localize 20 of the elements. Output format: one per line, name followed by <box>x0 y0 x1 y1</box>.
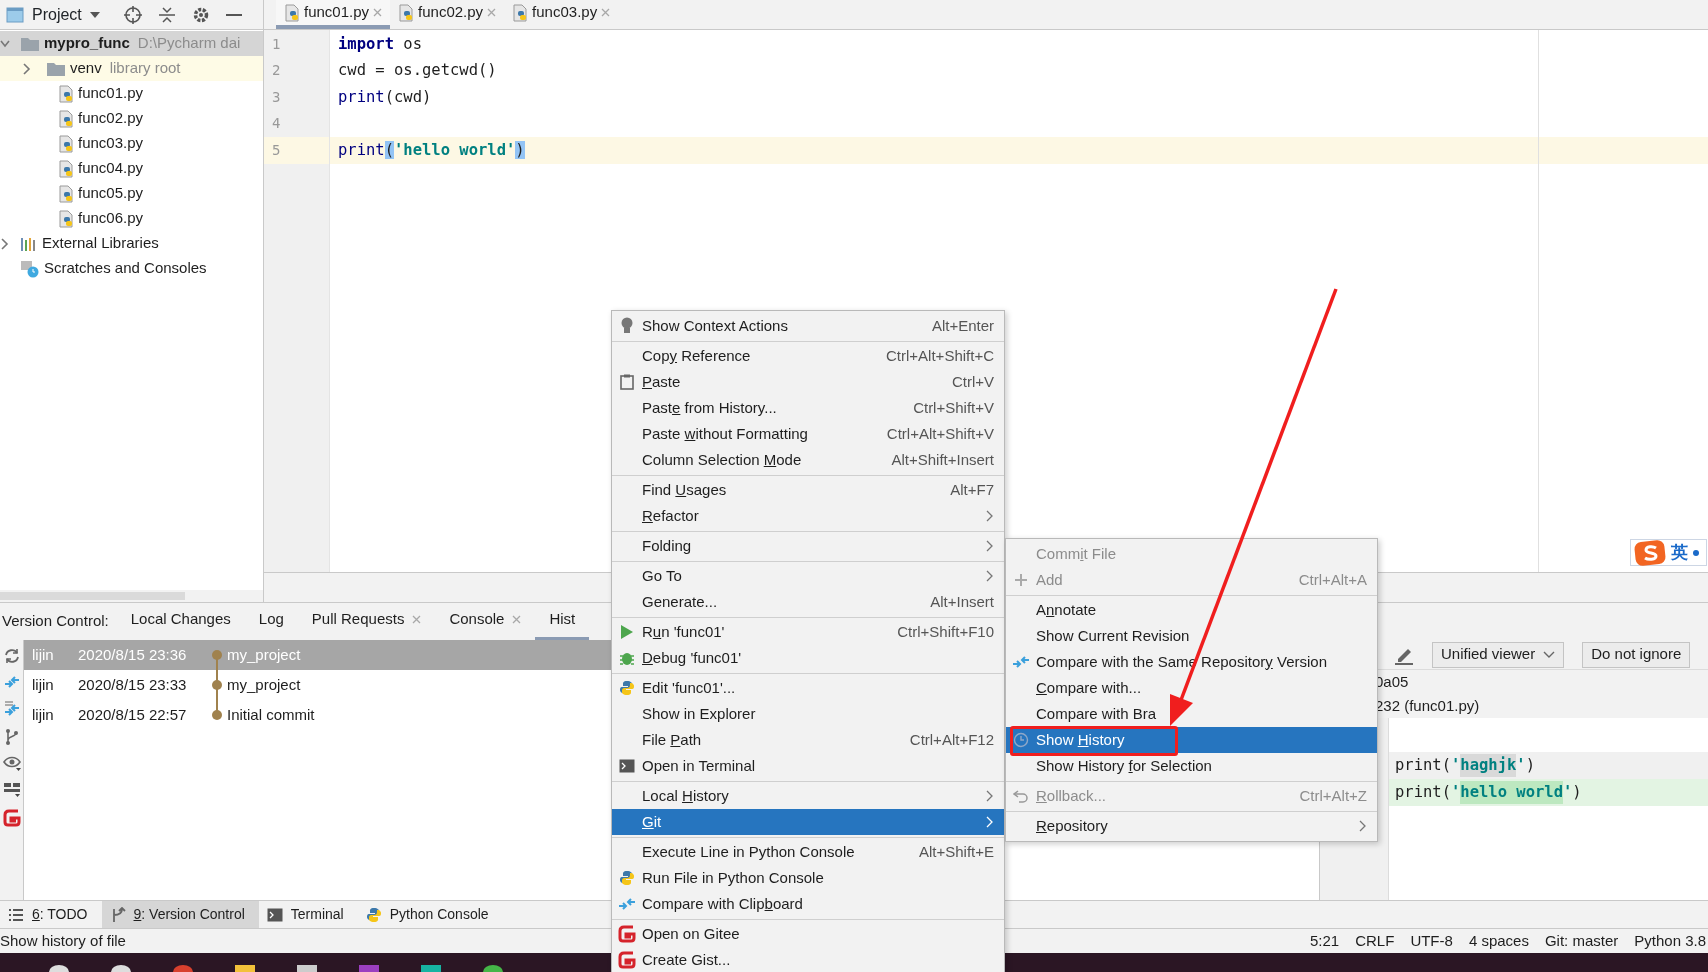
commit-author: lijin <box>31 644 55 665</box>
code-line: cwd = os.getcwd() <box>338 60 497 82</box>
commit-date: 2020/8/15 23:36 <box>77 644 188 665</box>
commit-date: 2020/8/15 22:57 <box>77 704 188 725</box>
panel-title: Version Control: <box>2 611 109 632</box>
commit-author: lijin <box>31 674 55 695</box>
commit-date: 2020/8/15 23:33 <box>77 674 188 695</box>
code-line: import os <box>338 33 422 55</box>
line-number: 2 <box>272 61 281 81</box>
commit-message: my_project <box>226 674 301 695</box>
commit-author: lijin <box>31 704 55 725</box>
line-number: 3 <box>272 87 281 107</box>
commit-message: Initial commit <box>226 704 315 725</box>
line-number: 1 <box>272 34 281 54</box>
line-number: 4 <box>272 114 281 134</box>
commit-message: my_project <box>226 644 301 665</box>
code-line: print(cwd) <box>338 86 432 108</box>
status-message: Show history of file <box>0 930 126 951</box>
code-line: print('hello world') <box>338 139 525 161</box>
line-number: 5 <box>272 140 281 160</box>
